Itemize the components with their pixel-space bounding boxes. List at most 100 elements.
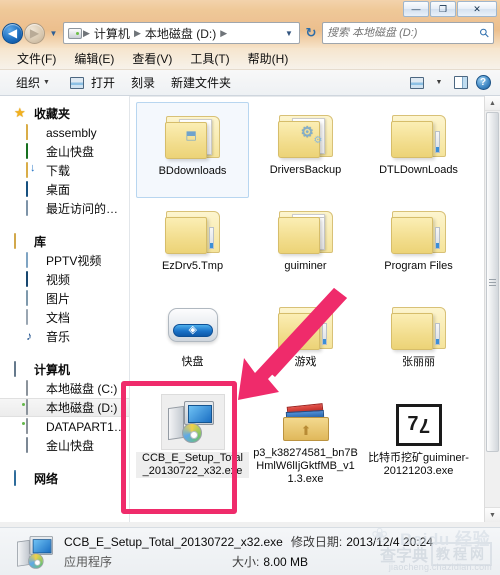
file-name: CCB_E_Setup_Total_20130722_x32.exe bbox=[136, 452, 249, 478]
recent-locations-button[interactable]: ▼ bbox=[48, 24, 59, 42]
system-drive-icon bbox=[26, 380, 41, 396]
burn-button[interactable]: 刻录 bbox=[123, 72, 163, 94]
file-item-ezdrv5tmp[interactable]: EzDrv5.Tmp bbox=[136, 198, 249, 294]
change-view-button[interactable] bbox=[406, 73, 428, 93]
gear-icon: ⚙ bbox=[300, 124, 314, 141]
file-item-dtldownloads[interactable]: DTLDownLoads bbox=[362, 102, 475, 198]
file-name: 游戏 bbox=[294, 356, 317, 368]
file-item-p3-package[interactable]: ⬆ p3_k38274581_bn7BHmlW6lIjGktfMB_v11.3.… bbox=[249, 390, 362, 486]
kingsoft-drive-icon bbox=[26, 437, 41, 453]
search-box[interactable]: ⚲ bbox=[322, 22, 494, 44]
content-top-edge bbox=[130, 96, 500, 97]
folder-icon: ⚙ ⚙ bbox=[277, 113, 335, 159]
sidebar-item-downloads[interactable]: 下载 bbox=[0, 161, 129, 180]
breadcrumb-separator-2[interactable]: ▶ bbox=[219, 28, 228, 39]
organize-button[interactable]: 组织 ▼ bbox=[8, 72, 58, 94]
minimize-button[interactable]: — bbox=[403, 1, 429, 17]
file-item-zhanglili[interactable]: 张丽丽 bbox=[362, 294, 475, 390]
breadcrumb-computer[interactable]: 计算机 bbox=[91, 25, 133, 42]
open-icon bbox=[66, 73, 88, 93]
file-item-bitcoin-miner[interactable]: 77 比特币挖矿guiminer-20121203.exe bbox=[362, 390, 475, 486]
thumbnail bbox=[274, 298, 338, 354]
nav-gap-3 bbox=[0, 457, 129, 469]
new-folder-button[interactable]: 新建文件夹 bbox=[163, 72, 239, 94]
maximize-button[interactable]: ❐ bbox=[430, 1, 456, 17]
navigation-pane[interactable]: ★ 收藏夹 assembly 金山快盘 下载 桌面 bbox=[0, 96, 130, 522]
scrollbar-thumb[interactable] bbox=[486, 112, 499, 452]
open-button[interactable]: 打开 bbox=[58, 72, 123, 94]
nav-header-label: 计算机 bbox=[34, 363, 71, 377]
nav-header-network[interactable]: 网络 bbox=[0, 469, 129, 488]
sidebar-item-label: 文档 bbox=[46, 311, 71, 325]
file-name: guiminer bbox=[284, 260, 327, 272]
file-item-games[interactable]: 游戏 bbox=[249, 294, 362, 390]
thumbnail: ⬒ bbox=[161, 107, 225, 163]
search-input[interactable] bbox=[327, 27, 481, 39]
sidebar-item-videos[interactable]: 视频 bbox=[0, 270, 129, 289]
sidebar-item-documents[interactable]: 文档 bbox=[0, 308, 129, 327]
sidebar-item-local-disk-c[interactable]: 本地磁盘 (C:) bbox=[0, 379, 129, 398]
menu-view[interactable]: 查看(V) bbox=[123, 50, 181, 67]
folder-icon: ⬒ bbox=[164, 114, 222, 160]
file-name: p3_k38274581_bn7BHmlW6lIjGktfMB_v11.3.ex… bbox=[253, 447, 358, 485]
menu-tools[interactable]: 工具(T) bbox=[181, 50, 238, 67]
breadcrumb-separator-0[interactable]: ▶ bbox=[82, 28, 91, 39]
file-name: 快盘 bbox=[181, 356, 204, 368]
sidebar-item-label: 本地磁盘 (D:) bbox=[46, 401, 118, 415]
scroll-up-button[interactable]: ▲ bbox=[485, 96, 500, 111]
view-dropdown-button[interactable]: ▼ bbox=[428, 73, 450, 93]
status-modified-value: 2013/12/4 20:24 bbox=[346, 535, 433, 549]
burn-label: 刻录 bbox=[130, 76, 155, 90]
file-item-ccb-setup[interactable]: CCB_E_Setup_Total_20130722_x32.exe bbox=[136, 390, 249, 486]
breadcrumb-separator-1[interactable]: ▶ bbox=[133, 28, 142, 39]
breadcrumb-bar[interactable]: ▶ 计算机 ▶ 本地磁盘 (D:) ▶ ▼ bbox=[63, 22, 300, 44]
back-button[interactable]: ◀ bbox=[2, 22, 23, 44]
file-item-bddownloads[interactable]: ⬒ BDdownloads bbox=[136, 102, 249, 198]
file-item-kuaipan[interactable]: 快盘 bbox=[136, 294, 249, 390]
menu-edit[interactable]: 编辑(E) bbox=[65, 50, 123, 67]
folder-icon bbox=[390, 305, 448, 351]
nav-header-computer[interactable]: 计算机 bbox=[0, 360, 129, 379]
sidebar-item-kingsoft-drive[interactable]: 金山快盘 bbox=[0, 436, 129, 455]
thumbnail: ⬆ bbox=[274, 394, 338, 445]
vertical-scrollbar[interactable]: ▲ ▼ bbox=[484, 96, 500, 522]
nav-header-libraries[interactable]: 库 bbox=[0, 232, 129, 251]
sidebar-item-label: 金山快盘 bbox=[46, 145, 95, 159]
nav-group-libraries: 库 PPTV视频 视频 图片 文档 ♪ 音乐 bbox=[0, 232, 129, 346]
preview-pane-button[interactable] bbox=[450, 73, 472, 93]
file-item-program-files[interactable]: Program Files bbox=[362, 198, 475, 294]
sidebar-item-music[interactable]: ♪ 音乐 bbox=[0, 327, 129, 346]
sidebar-item-assembly[interactable]: assembly bbox=[0, 123, 129, 142]
status-filename: CCB_E_Setup_Total_20130722_x32.exe bbox=[64, 535, 283, 549]
help-button[interactable]: ? bbox=[472, 73, 494, 93]
file-item-driversbackup[interactable]: ⚙ ⚙ DriversBackup bbox=[249, 102, 362, 198]
breadcrumb-dropdown-icon[interactable]: ▼ bbox=[281, 29, 297, 38]
breadcrumb-local-disk-d[interactable]: 本地磁盘 (D:) bbox=[142, 25, 219, 42]
close-button[interactable]: ✕ bbox=[457, 1, 497, 17]
file-list-pane[interactable]: ⬒ BDdownloads ⚙ ⚙ DriversBackup DTLDownL… bbox=[130, 96, 500, 522]
menu-help[interactable]: 帮助(H) bbox=[239, 50, 298, 67]
forward-button[interactable]: ▶ bbox=[24, 22, 45, 44]
sidebar-item-pptv-video[interactable]: PPTV视频 bbox=[0, 251, 129, 270]
file-item-guiminer[interactable]: guiminer bbox=[249, 198, 362, 294]
forward-icon: ▶ bbox=[29, 26, 40, 40]
nav-header-favorites[interactable]: ★ 收藏夹 bbox=[0, 104, 129, 123]
sidebar-item-desktop[interactable]: 桌面 bbox=[0, 180, 129, 199]
sidebar-item-recent-places[interactable]: 最近访问的位置 bbox=[0, 199, 129, 218]
refresh-button[interactable]: ↻ bbox=[300, 25, 322, 41]
folder-icon bbox=[390, 209, 448, 255]
file-name: DTLDownLoads bbox=[379, 164, 458, 176]
sidebar-item-local-disk-d[interactable]: 本地磁盘 (D:) bbox=[0, 398, 129, 417]
menu-file[interactable]: 文件(F) bbox=[8, 50, 65, 67]
chevron-down-icon: ▼ bbox=[489, 511, 496, 519]
drive-icon bbox=[26, 399, 41, 415]
file-name: 比特币挖矿guiminer-20121203.exe bbox=[368, 452, 469, 477]
library-icon bbox=[14, 233, 29, 249]
explorer-window: — ❐ ✕ ◀ ▶ ▼ ▶ 计算机 ▶ 本地磁盘 (D:) ▶ ▼ ↻ ⚲ 文件… bbox=[0, 0, 500, 575]
sidebar-item-datapart1-e[interactable]: DATAPART1 (E:) bbox=[0, 417, 129, 436]
sidebar-item-pictures[interactable]: 图片 bbox=[0, 289, 129, 308]
sidebar-item-label: assembly bbox=[46, 125, 97, 140]
chevron-down-icon: ▼ bbox=[435, 79, 443, 86]
scroll-down-button[interactable]: ▼ bbox=[485, 507, 500, 522]
sidebar-item-kingsoft-kuaipan[interactable]: 金山快盘 bbox=[0, 142, 129, 161]
